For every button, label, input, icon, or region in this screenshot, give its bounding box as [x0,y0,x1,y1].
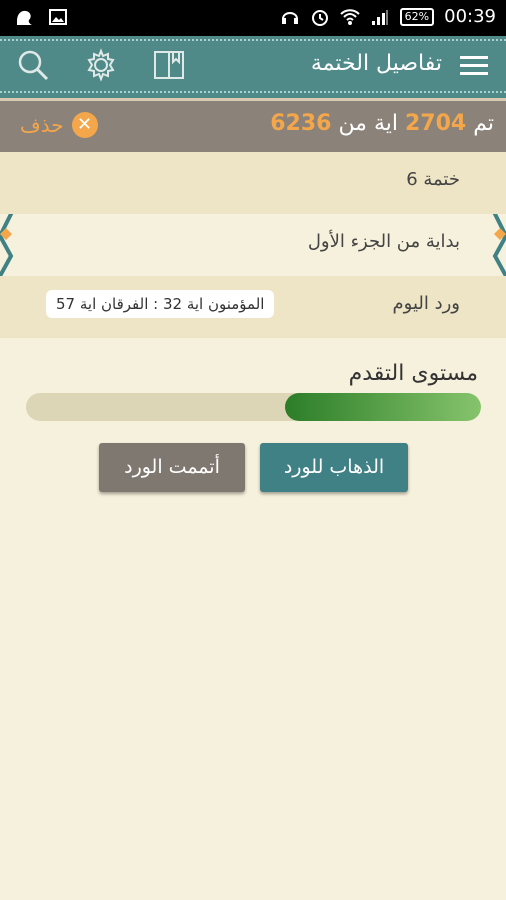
go-to-wird-button[interactable]: الذهاب للورد [260,443,408,492]
verses-completed: 2704 [405,111,467,136]
summary-bar: تم 2704 اية من 6236 حذف ✕ [0,98,506,155]
search-icon[interactable] [16,48,50,82]
menu-icon[interactable] [460,54,488,78]
close-circle-icon: ✕ [71,112,98,138]
delete-button[interactable]: حذف ✕ [20,112,98,138]
headphones-icon [281,11,298,24]
khatma-name: ختمة 6 [406,169,460,190]
row-khatma-name: ختمة 6 [0,152,506,214]
progress-bar [26,393,481,421]
summary-prefix: تم [473,111,494,136]
delete-label: حذف [20,113,64,137]
settings-icon[interactable] [84,48,118,82]
khatma-details: ختمة 6 بداية من الجزء الأول ورد اليوم ال… [0,152,506,338]
summary-middle: اية من [338,111,398,136]
start-point: بداية من الجزء الأول [307,231,460,252]
signal-icon [371,9,388,25]
today-label: ورد اليوم [392,293,460,314]
progress-label: مستوى التقدم [348,361,478,386]
app-bar: تفاصيل الختمة [0,36,506,98]
progress-fill [285,393,481,421]
page-title: تفاصيل الختمة [310,51,442,76]
row-today: ورد اليوم المؤمنون اية 32 : الفرقان اية … [0,276,506,338]
image-icon [49,9,67,25]
complete-wird-button[interactable]: أتممت الورد [99,443,245,492]
row-start: بداية من الجزء الأول [0,214,506,276]
alarm-icon [311,9,328,26]
decorative-border-bottom [0,91,506,97]
verses-total: 6236 [270,111,332,136]
decorative-border-top [0,39,506,45]
status-bar: 62% 00:39 [0,0,506,36]
book-icon[interactable] [152,48,186,82]
today-range: المؤمنون اية 32 : الفرقان اية 57 [46,290,275,318]
verses-summary: تم 2704 اية من 6236 [270,111,494,136]
clock: 00:39 [444,6,496,27]
battery-indicator: 62% [399,7,435,26]
wifi-icon [339,8,360,25]
app-notification-icon [17,10,32,25]
